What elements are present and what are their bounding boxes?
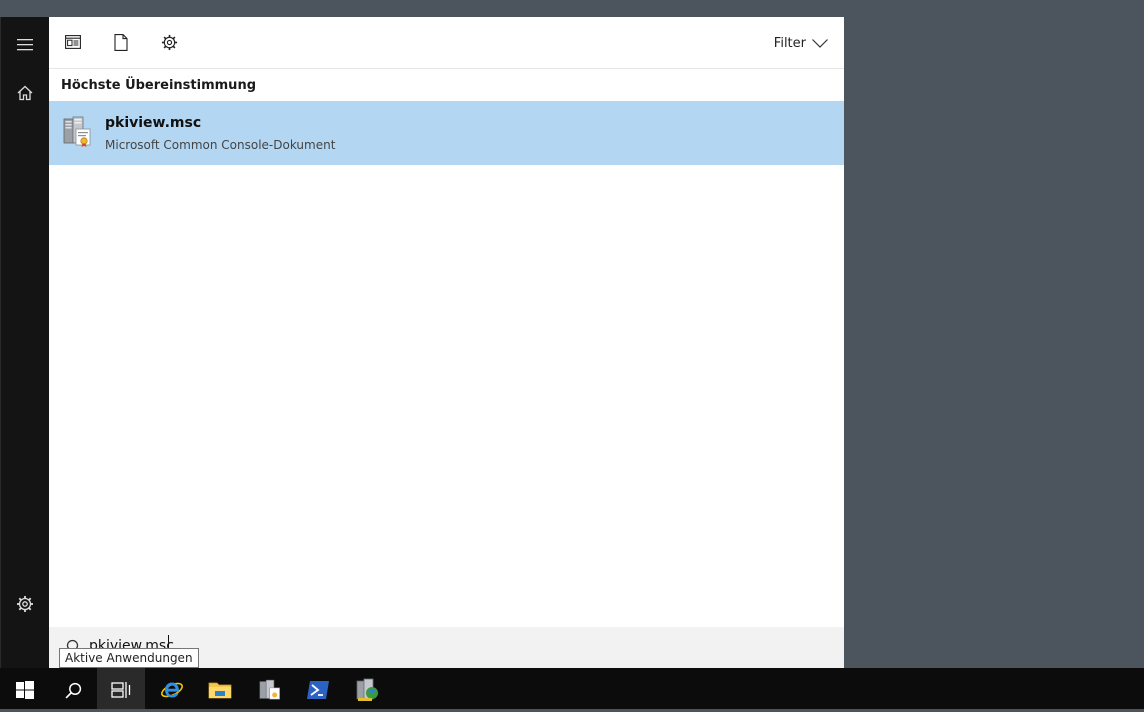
home-icon bbox=[17, 85, 33, 101]
home-button[interactable] bbox=[1, 69, 49, 117]
settings-icon bbox=[161, 34, 177, 50]
best-match-result[interactable]: pkiview.msc Microsoft Common Console-Dok… bbox=[49, 101, 844, 165]
tooltip: Aktive Anwendungen bbox=[59, 648, 199, 668]
taskbar bbox=[0, 668, 1144, 712]
search-toolbar: Filter bbox=[49, 17, 844, 69]
taskbar-search-button[interactable] bbox=[49, 668, 97, 712]
result-type: Microsoft Common Console-Dokument bbox=[105, 138, 336, 152]
mmc-console-icon bbox=[356, 678, 378, 701]
apps-icon bbox=[65, 35, 81, 49]
apps-filter-button[interactable] bbox=[56, 25, 90, 59]
desktop-background bbox=[0, 0, 1144, 17]
mmc-snapin-icon bbox=[63, 116, 91, 147]
powershell-icon bbox=[307, 681, 329, 699]
server-manager-icon bbox=[259, 679, 280, 700]
task-view-button[interactable] bbox=[97, 668, 145, 712]
internet-explorer-button[interactable] bbox=[148, 668, 196, 712]
folder-icon bbox=[208, 682, 232, 699]
search-results-panel: Filter Höchste Übereinstimmung pkiview.m… bbox=[49, 17, 844, 668]
documents-filter-button[interactable] bbox=[104, 25, 138, 59]
powershell-button[interactable] bbox=[294, 668, 342, 712]
filter-label: Filter bbox=[773, 35, 806, 51]
hamburger-menu-icon bbox=[17, 39, 33, 51]
settings-filter-button[interactable] bbox=[152, 25, 186, 59]
start-menu-rail bbox=[0, 17, 49, 668]
file-explorer-button[interactable] bbox=[196, 668, 244, 712]
search-icon bbox=[64, 682, 81, 699]
filter-dropdown[interactable]: Filter bbox=[774, 32, 828, 54]
windows-logo-icon bbox=[16, 681, 34, 699]
server-manager-button[interactable] bbox=[245, 668, 293, 712]
mmc-console-button[interactable] bbox=[343, 668, 391, 712]
chevron-down-icon bbox=[812, 38, 828, 48]
task-view-icon bbox=[111, 682, 131, 698]
best-match-heading: Höchste Übereinstimmung bbox=[61, 78, 256, 93]
hamburger-menu-button[interactable] bbox=[1, 21, 49, 69]
internet-explorer-icon bbox=[161, 682, 183, 698]
rail-settings-button[interactable] bbox=[1, 580, 49, 628]
start-button[interactable] bbox=[1, 668, 49, 712]
result-name: pkiview.msc bbox=[105, 115, 202, 131]
document-icon bbox=[114, 33, 128, 51]
settings-icon bbox=[17, 596, 33, 612]
